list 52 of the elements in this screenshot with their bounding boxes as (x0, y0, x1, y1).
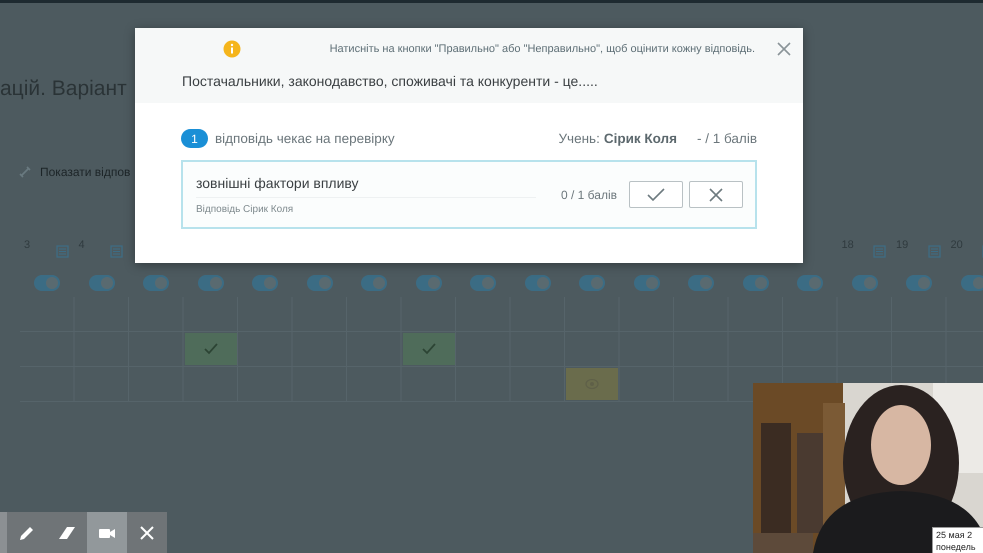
show-answers-link[interactable]: Показати відпов (40, 165, 130, 179)
hint-text: Натисніть на кнопки "Правильно" або "Неправильно", щоб оцінити кожну відповідь. (330, 43, 755, 55)
score-text: - / 1 балів (697, 131, 757, 146)
toggle-switch[interactable] (579, 275, 606, 291)
graded-cell[interactable] (184, 333, 237, 365)
incorrect-button[interactable] (689, 181, 743, 208)
toggle-switch[interactable] (34, 275, 60, 291)
answer-score: 0 / 1 балів (561, 188, 617, 202)
clock-text: понедель (936, 541, 977, 553)
toggle-switch[interactable] (88, 275, 115, 291)
pending-cell[interactable] (566, 368, 618, 400)
close-icon (709, 188, 723, 202)
toggle-switch[interactable] (416, 275, 442, 291)
info-icon (223, 40, 241, 58)
graded-cell[interactable] (402, 333, 455, 365)
answer-text: зовнішні фактори впливу (196, 174, 536, 198)
toggle-switch[interactable] (252, 275, 278, 291)
toggle-switch[interactable] (906, 275, 932, 291)
toggle-switch[interactable] (198, 275, 224, 291)
toolbar-button[interactable] (7, 512, 47, 553)
toggle-switch[interactable] (143, 275, 170, 291)
toggle-switch[interactable] (852, 275, 878, 291)
clock-text: 25 мая 2 (936, 529, 974, 541)
answer-author: Відповідь Сірик Коля (196, 204, 294, 214)
check-icon (204, 343, 218, 355)
toggle-switch[interactable] (797, 275, 824, 291)
pending-label: відповідь чекає на перевірку (215, 131, 395, 146)
list-icon (873, 245, 886, 258)
toggle-switch[interactable] (306, 275, 333, 291)
wand-icon (18, 165, 32, 179)
close-button[interactable] (777, 42, 791, 56)
check-icon (647, 188, 665, 202)
list-icon (928, 245, 940, 258)
student-label: Учень: (558, 131, 600, 146)
student-name: Сірик Коля (604, 131, 677, 146)
toggle-switch[interactable] (361, 275, 388, 291)
toggle-switch[interactable] (470, 275, 496, 291)
question-text: Постачальники, законодавство, споживачі та конкуренти - це..... (182, 73, 599, 89)
toggle-switch[interactable] (634, 275, 660, 291)
close-icon (777, 42, 791, 56)
toggle-switch[interactable] (742, 275, 769, 291)
list-icon (56, 245, 68, 258)
toolbar-button[interactable] (47, 512, 87, 553)
toolbar-button[interactable] (87, 512, 127, 553)
correct-button[interactable] (629, 181, 683, 208)
toggle-switch[interactable] (688, 275, 714, 291)
count-badge: 1 (181, 129, 208, 148)
toggle-switch[interactable] (524, 275, 551, 291)
list-icon (110, 245, 123, 258)
toolbar-button[interactable] (127, 512, 167, 553)
toggle-switch[interactable] (960, 275, 983, 291)
check-icon (422, 343, 436, 355)
